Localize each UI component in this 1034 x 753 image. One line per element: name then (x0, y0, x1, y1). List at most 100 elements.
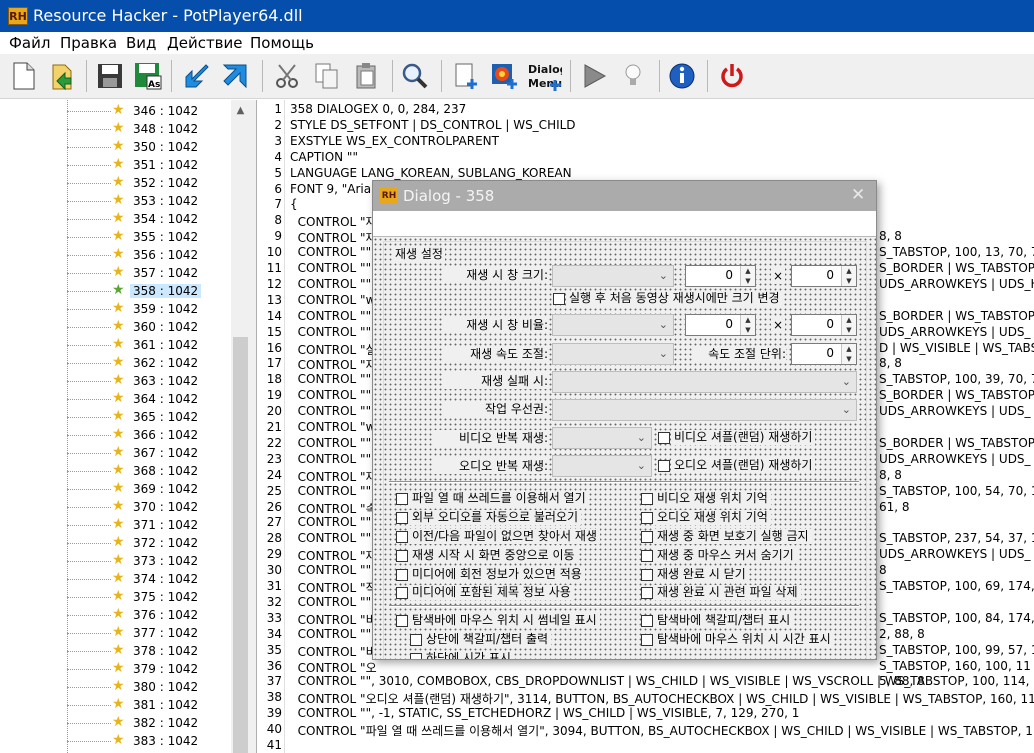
option-checkbox[interactable] (641, 550, 653, 562)
code-line[interactable]: CONTROL "재 (290, 468, 377, 485)
tree-item[interactable]: ★ 365 : 1042 (67, 408, 231, 426)
code-line[interactable]: CONTROL "", (290, 531, 375, 545)
code-line-tail[interactable]: 8, 8 (879, 229, 902, 243)
close-icon[interactable]: ✕ (851, 185, 865, 205)
tree-item[interactable]: ★ 366 : 1042 (67, 426, 231, 444)
option-checkbox[interactable] (396, 569, 408, 581)
code-line-tail[interactable]: S_TABSTOP, 100, 99, 57, 116 (879, 643, 1034, 657)
option-checkbox[interactable] (641, 531, 653, 543)
tree-item[interactable]: ★ 370 : 1042 (67, 498, 231, 516)
code-line[interactable]: CONTROL "실 (290, 341, 377, 358)
code-line[interactable]: CONTROL "재 (290, 229, 377, 246)
window-ratio-combo[interactable]: ⌄ (552, 314, 674, 336)
code-line-tail[interactable]: S_BORDER | WS_TABSTOP (879, 388, 1034, 402)
seekbar-checkbox[interactable] (410, 634, 422, 646)
code-line-tail[interactable]: S_TABSTOP, 100, 39, 70, 77 (879, 372, 1034, 386)
code-line-tail[interactable]: 8, 8 (879, 468, 902, 482)
menu-action[interactable]: Действие (167, 34, 243, 52)
tree-item[interactable]: ★ 351 : 1042 (67, 156, 231, 174)
code-line-tail[interactable]: S_TABSTOP, 100, 13, 70, 77 (879, 245, 1034, 259)
option-checkbox[interactable] (396, 587, 408, 599)
code-line[interactable]: CONTROL "비 (290, 611, 377, 628)
tree-item[interactable]: ★ 377 : 1042 (67, 624, 231, 642)
tree-item[interactable]: ★ 360 : 1042 (67, 318, 231, 336)
code-line[interactable]: 358 DIALOGEX 0, 0, 284, 237 (290, 102, 466, 116)
tree-item[interactable]: ★ 382 : 1042 (67, 714, 231, 732)
code-line-tail[interactable]: UDS_ARROWKEYS | UDS_ (879, 325, 1031, 339)
tree-item[interactable]: ★ 362 : 1042 (67, 354, 231, 372)
tree-item[interactable]: ★ 361 : 1042 (67, 336, 231, 354)
code-line[interactable]: CONTROL "", -1, STATIC, SS_ETCHEDHORZ | … (290, 706, 800, 720)
tree-item[interactable]: ★ 368 : 1042 (67, 462, 231, 480)
window-size-combo[interactable]: ⌄ (552, 265, 674, 287)
speed-combo[interactable]: ⌄ (552, 343, 674, 365)
code-line[interactable]: CONTROL "재 (290, 356, 377, 373)
tree-item[interactable]: ★ 380 : 1042 (67, 678, 231, 696)
tree-item[interactable]: ★ 381 : 1042 (67, 696, 231, 714)
ratio-width-spinner[interactable]: 0 ▲ ▼ (685, 314, 756, 336)
run-icon[interactable] (577, 59, 611, 93)
code-line-tail[interactable]: S_TABSTOP, 100, 54, 70, 116 (879, 484, 1034, 498)
code-line[interactable]: CONTROL "", (290, 563, 375, 577)
code-line[interactable]: STYLE DS_SETFONT | DS_CONTROL | WS_CHILD (290, 118, 576, 132)
code-line-tail[interactable]: 61, 8 (879, 500, 910, 514)
tree-item[interactable]: ★ 373 : 1042 (67, 552, 231, 570)
spinner-buttons[interactable]: ▲ ▼ (740, 315, 755, 335)
hint-icon[interactable] (616, 59, 650, 93)
tree-item[interactable]: ★ 355 : 1042 (67, 228, 231, 246)
code-line[interactable]: CONTROL "w (290, 420, 376, 434)
add-image-icon[interactable] (488, 59, 522, 93)
spinner-buttons[interactable]: ▲ ▼ (841, 315, 856, 335)
code-line[interactable]: CONTROL "", (290, 452, 375, 466)
tree-item[interactable]: ★ 357 : 1042 (67, 264, 231, 282)
code-line-tail[interactable]: UDS_ARROWKEYS | UDS_ (879, 547, 1031, 561)
code-line-tail[interactable]: D | WS_VISIBLE | WS_TABSTOP (879, 341, 1034, 355)
first-video-only-checkbox[interactable] (553, 293, 565, 305)
spinner-buttons[interactable]: ▲ ▼ (841, 344, 856, 364)
ratio-height-spinner[interactable]: 0 ▲ ▼ (791, 314, 857, 336)
scroll-up-icon[interactable]: ▲ (231, 102, 250, 119)
menu-help[interactable]: Помощь (250, 34, 314, 52)
dialog-preview-window[interactable]: RH Dialog - 358 ✕ 재생 설정 재생 시 창 크기: ⌄ 0 ▲ ▼… (372, 180, 877, 660)
code-line-tail[interactable]: S_TABSTOP, 100, 84, 174, 91 (879, 611, 1034, 625)
tree-item[interactable]: ★ 364 : 1042 (67, 390, 231, 408)
tree-item[interactable]: ★ 353 : 1042 (67, 192, 231, 210)
option-checkbox[interactable] (396, 493, 408, 505)
tree-item[interactable]: ★ 352 : 1042 (67, 174, 231, 192)
option-checkbox[interactable] (396, 550, 408, 562)
code-line-tail[interactable]: S_TABSTOP, 100, 69, 174, 11 (879, 579, 1034, 593)
code-line[interactable]: CONTROL "", (290, 277, 375, 291)
find-icon[interactable] (398, 59, 432, 93)
code-line-tail[interactable]: S_BORDER | WS_TABSTOP (879, 261, 1034, 275)
tree-item[interactable]: ★ 356 : 1042 (67, 246, 231, 264)
code-line[interactable]: CONTROL "", (290, 372, 375, 386)
dialog-menu-icon[interactable]: DialogMenu (526, 59, 562, 93)
tree-item[interactable]: ★ 383 : 1042 (67, 732, 231, 750)
cut-icon[interactable] (271, 59, 305, 93)
code-line[interactable]: CONTROL "", (290, 325, 375, 339)
seekbar-checkbox[interactable] (641, 615, 653, 627)
code-line[interactable]: LANGUAGE LANG_KOREAN, SUBLANG_KOREAN (290, 166, 572, 180)
tree-item[interactable]: ★ 379 : 1042 (67, 660, 231, 678)
tree-item[interactable]: ★ 375 : 1042 (67, 588, 231, 606)
copy-icon[interactable] (310, 59, 344, 93)
tree-item[interactable]: ★ 378 : 1042 (67, 642, 231, 660)
tree-scrollbar[interactable]: ▲ (231, 100, 250, 753)
code-line-tail[interactable]: S_BORDER | WS_TABSTOP (879, 436, 1034, 450)
tree-item[interactable]: ★ 371 : 1042 (67, 516, 231, 534)
tree-item[interactable]: ★ 346 : 1042 (67, 102, 231, 120)
code-line[interactable]: CONTROL "오 (290, 659, 377, 676)
code-line[interactable]: CONTROL "오디오 셔플(랜덤) 재생하기", 3114, BUTTON,… (290, 690, 1034, 707)
code-line-tail[interactable]: UDS_ARROWKEYS | UDS_ (879, 404, 1031, 418)
option-checkbox[interactable] (641, 587, 653, 599)
open-file-icon[interactable] (46, 59, 80, 93)
tree-item[interactable]: ★ 359 : 1042 (67, 300, 231, 318)
dialog-title-bar[interactable]: RH Dialog - 358 ✕ (373, 181, 876, 211)
code-line[interactable]: CONTROL "파일 열 때 쓰레드를 이용해서 열기", 3094, BUT… (290, 722, 1034, 739)
priority-combo[interactable]: ⌄ (552, 399, 857, 421)
code-line[interactable]: CONTROL "작 (290, 579, 377, 596)
tree-item[interactable]: ★ 369 : 1042 (67, 480, 231, 498)
tree-item[interactable]: ★ 350 : 1042 (67, 138, 231, 156)
seekbar-checkbox[interactable] (410, 653, 422, 659)
tree-item[interactable]: ★ 372 : 1042 (67, 534, 231, 552)
